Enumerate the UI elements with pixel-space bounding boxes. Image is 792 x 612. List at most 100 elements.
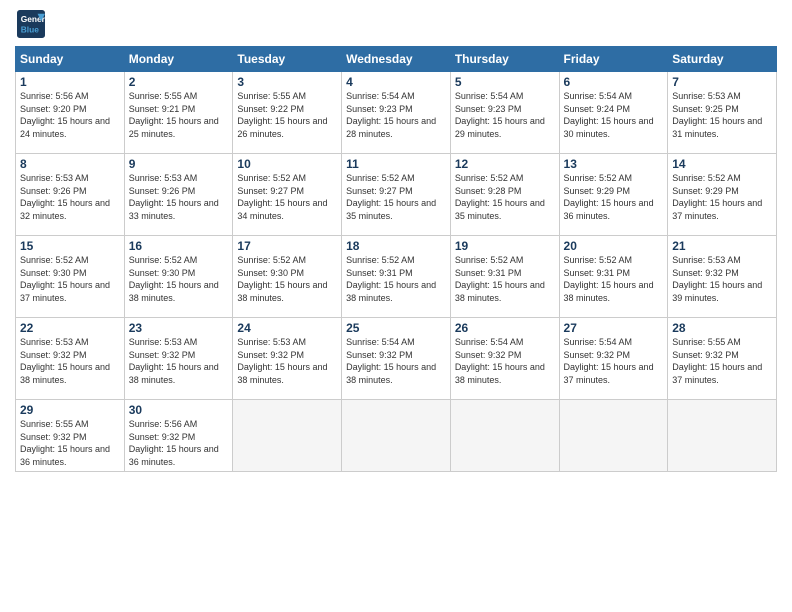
day-info: Sunrise: 5:53 AMSunset: 9:32 PMDaylight:… — [237, 337, 327, 385]
day-info: Sunrise: 5:54 AMSunset: 9:24 PMDaylight:… — [564, 91, 654, 139]
header: General Blue — [15, 10, 777, 38]
day-info: Sunrise: 5:54 AMSunset: 9:23 PMDaylight:… — [455, 91, 545, 139]
day-info: Sunrise: 5:54 AMSunset: 9:32 PMDaylight:… — [346, 337, 436, 385]
day-info: Sunrise: 5:53 AMSunset: 9:32 PMDaylight:… — [129, 337, 219, 385]
day-info: Sunrise: 5:52 AMSunset: 9:28 PMDaylight:… — [455, 173, 545, 221]
day-number: 8 — [20, 157, 120, 171]
day-info: Sunrise: 5:54 AMSunset: 9:23 PMDaylight:… — [346, 91, 436, 139]
day-number: 21 — [672, 239, 772, 253]
calendar-day: 8 Sunrise: 5:53 AMSunset: 9:26 PMDayligh… — [16, 154, 125, 236]
calendar-day: 27 Sunrise: 5:54 AMSunset: 9:32 PMDaylig… — [559, 318, 668, 400]
calendar-day: 12 Sunrise: 5:52 AMSunset: 9:28 PMDaylig… — [450, 154, 559, 236]
day-number: 19 — [455, 239, 555, 253]
calendar-day: 2 Sunrise: 5:55 AMSunset: 9:21 PMDayligh… — [124, 72, 233, 154]
empty-day — [233, 400, 342, 472]
calendar-day: 26 Sunrise: 5:54 AMSunset: 9:32 PMDaylig… — [450, 318, 559, 400]
day-number: 6 — [564, 75, 664, 89]
calendar-day: 23 Sunrise: 5:53 AMSunset: 9:32 PMDaylig… — [124, 318, 233, 400]
day-number: 11 — [346, 157, 446, 171]
day-info: Sunrise: 5:55 AMSunset: 9:22 PMDaylight:… — [237, 91, 327, 139]
weekday-header: Thursday — [450, 47, 559, 72]
day-info: Sunrise: 5:52 AMSunset: 9:31 PMDaylight:… — [455, 255, 545, 303]
weekday-header: Sunday — [16, 47, 125, 72]
calendar-day: 29 Sunrise: 5:55 AMSunset: 9:32 PMDaylig… — [16, 400, 125, 472]
calendar-day: 19 Sunrise: 5:52 AMSunset: 9:31 PMDaylig… — [450, 236, 559, 318]
calendar-day: 24 Sunrise: 5:53 AMSunset: 9:32 PMDaylig… — [233, 318, 342, 400]
day-number: 22 — [20, 321, 120, 335]
empty-day — [450, 400, 559, 472]
day-number: 9 — [129, 157, 229, 171]
day-info: Sunrise: 5:52 AMSunset: 9:27 PMDaylight:… — [346, 173, 436, 221]
weekday-header: Wednesday — [342, 47, 451, 72]
weekday-header: Saturday — [668, 47, 777, 72]
weekday-header: Tuesday — [233, 47, 342, 72]
calendar-day: 22 Sunrise: 5:53 AMSunset: 9:32 PMDaylig… — [16, 318, 125, 400]
day-info: Sunrise: 5:52 AMSunset: 9:31 PMDaylight:… — [564, 255, 654, 303]
calendar-day: 11 Sunrise: 5:52 AMSunset: 9:27 PMDaylig… — [342, 154, 451, 236]
day-info: Sunrise: 5:52 AMSunset: 9:29 PMDaylight:… — [672, 173, 762, 221]
day-info: Sunrise: 5:54 AMSunset: 9:32 PMDaylight:… — [564, 337, 654, 385]
calendar-day: 4 Sunrise: 5:54 AMSunset: 9:23 PMDayligh… — [342, 72, 451, 154]
day-info: Sunrise: 5:54 AMSunset: 9:32 PMDaylight:… — [455, 337, 545, 385]
day-number: 24 — [237, 321, 337, 335]
calendar-day: 16 Sunrise: 5:52 AMSunset: 9:30 PMDaylig… — [124, 236, 233, 318]
day-info: Sunrise: 5:55 AMSunset: 9:32 PMDaylight:… — [672, 337, 762, 385]
day-number: 29 — [20, 403, 120, 417]
calendar-day: 30 Sunrise: 5:56 AMSunset: 9:32 PMDaylig… — [124, 400, 233, 472]
day-info: Sunrise: 5:53 AMSunset: 9:26 PMDaylight:… — [20, 173, 110, 221]
calendar-day: 21 Sunrise: 5:53 AMSunset: 9:32 PMDaylig… — [668, 236, 777, 318]
day-info: Sunrise: 5:53 AMSunset: 9:26 PMDaylight:… — [129, 173, 219, 221]
page: General Blue SundayMondayTuesdayWednesda… — [0, 0, 792, 612]
day-number: 4 — [346, 75, 446, 89]
day-info: Sunrise: 5:53 AMSunset: 9:25 PMDaylight:… — [672, 91, 762, 139]
calendar: SundayMondayTuesdayWednesdayThursdayFrid… — [15, 46, 777, 472]
day-number: 12 — [455, 157, 555, 171]
empty-day — [559, 400, 668, 472]
calendar-day: 18 Sunrise: 5:52 AMSunset: 9:31 PMDaylig… — [342, 236, 451, 318]
day-number: 13 — [564, 157, 664, 171]
day-info: Sunrise: 5:55 AMSunset: 9:21 PMDaylight:… — [129, 91, 219, 139]
calendar-day: 13 Sunrise: 5:52 AMSunset: 9:29 PMDaylig… — [559, 154, 668, 236]
day-info: Sunrise: 5:56 AMSunset: 9:32 PMDaylight:… — [129, 419, 219, 467]
day-number: 2 — [129, 75, 229, 89]
day-info: Sunrise: 5:52 AMSunset: 9:30 PMDaylight:… — [20, 255, 110, 303]
day-number: 16 — [129, 239, 229, 253]
weekday-header: Monday — [124, 47, 233, 72]
day-info: Sunrise: 5:53 AMSunset: 9:32 PMDaylight:… — [672, 255, 762, 303]
calendar-day: 3 Sunrise: 5:55 AMSunset: 9:22 PMDayligh… — [233, 72, 342, 154]
day-number: 15 — [20, 239, 120, 253]
logo: General Blue — [15, 10, 45, 38]
day-info: Sunrise: 5:53 AMSunset: 9:32 PMDaylight:… — [20, 337, 110, 385]
calendar-day: 6 Sunrise: 5:54 AMSunset: 9:24 PMDayligh… — [559, 72, 668, 154]
day-number: 7 — [672, 75, 772, 89]
calendar-day: 17 Sunrise: 5:52 AMSunset: 9:30 PMDaylig… — [233, 236, 342, 318]
day-info: Sunrise: 5:52 AMSunset: 9:27 PMDaylight:… — [237, 173, 327, 221]
day-number: 30 — [129, 403, 229, 417]
calendar-day: 10 Sunrise: 5:52 AMSunset: 9:27 PMDaylig… — [233, 154, 342, 236]
day-number: 5 — [455, 75, 555, 89]
weekday-header: Friday — [559, 47, 668, 72]
day-number: 1 — [20, 75, 120, 89]
day-number: 18 — [346, 239, 446, 253]
day-info: Sunrise: 5:52 AMSunset: 9:29 PMDaylight:… — [564, 173, 654, 221]
logo-icon: General Blue — [17, 10, 45, 38]
day-number: 20 — [564, 239, 664, 253]
calendar-day: 9 Sunrise: 5:53 AMSunset: 9:26 PMDayligh… — [124, 154, 233, 236]
day-info: Sunrise: 5:52 AMSunset: 9:30 PMDaylight:… — [237, 255, 327, 303]
day-number: 28 — [672, 321, 772, 335]
calendar-day: 20 Sunrise: 5:52 AMSunset: 9:31 PMDaylig… — [559, 236, 668, 318]
day-number: 14 — [672, 157, 772, 171]
calendar-day: 25 Sunrise: 5:54 AMSunset: 9:32 PMDaylig… — [342, 318, 451, 400]
calendar-day: 15 Sunrise: 5:52 AMSunset: 9:30 PMDaylig… — [16, 236, 125, 318]
day-number: 10 — [237, 157, 337, 171]
day-number: 25 — [346, 321, 446, 335]
day-info: Sunrise: 5:55 AMSunset: 9:32 PMDaylight:… — [20, 419, 110, 467]
day-info: Sunrise: 5:52 AMSunset: 9:30 PMDaylight:… — [129, 255, 219, 303]
day-number: 27 — [564, 321, 664, 335]
calendar-day: 1 Sunrise: 5:56 AMSunset: 9:20 PMDayligh… — [16, 72, 125, 154]
day-number: 23 — [129, 321, 229, 335]
calendar-day: 7 Sunrise: 5:53 AMSunset: 9:25 PMDayligh… — [668, 72, 777, 154]
day-number: 17 — [237, 239, 337, 253]
empty-day — [668, 400, 777, 472]
day-info: Sunrise: 5:56 AMSunset: 9:20 PMDaylight:… — [20, 91, 110, 139]
